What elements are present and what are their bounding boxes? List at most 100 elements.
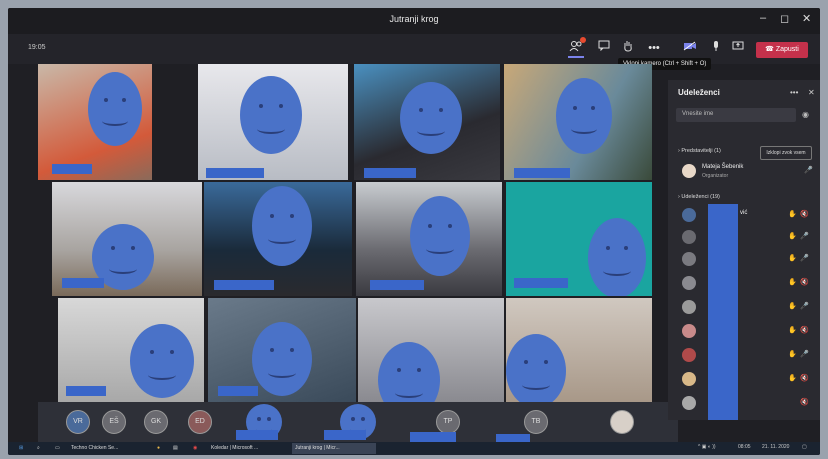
face-redaction — [378, 342, 440, 402]
microphone-icon: 🎤 — [800, 351, 809, 358]
system-tray-icons[interactable]: ^ ▣ ◐ )) — [698, 444, 716, 450]
chrome-icon[interactable]: ● — [154, 443, 163, 454]
participant-avatar[interactable]: EŠ — [102, 410, 126, 434]
window-title: Jutranji krog — [389, 14, 439, 24]
participant-avatar[interactable] — [610, 410, 634, 434]
face-redaction — [400, 82, 462, 154]
mic-muted-icon: 🔇 — [800, 327, 809, 334]
name-redaction — [364, 168, 416, 178]
video-tile[interactable] — [356, 182, 502, 296]
name-redaction — [66, 386, 106, 396]
participant-search-input[interactable]: Vnesite ime — [676, 108, 796, 122]
mute-all-button[interactable]: Izklopi zvok vsem — [760, 146, 812, 160]
participant-avatar[interactable]: VR — [66, 410, 90, 434]
raised-hand-icon: ✋ — [788, 351, 797, 358]
video-tile[interactable] — [354, 64, 500, 180]
panel-more-button[interactable]: ••• — [790, 88, 798, 97]
video-tile[interactable] — [504, 64, 652, 180]
name-redaction — [410, 432, 456, 442]
participant-avatar[interactable]: GK — [144, 410, 168, 434]
file-explorer-icon[interactable]: ▤ — [170, 443, 181, 454]
notifications-icon[interactable]: ▢ — [802, 444, 807, 450]
microphone-icon: 🎤 — [804, 167, 813, 174]
raised-hand-icon: ✋ — [788, 303, 797, 310]
presenters-section-label[interactable]: › Predstavitelji (1) — [678, 148, 721, 154]
close-window-button[interactable]: ✕ — [802, 12, 811, 25]
task-view-icon[interactable]: ▭ — [52, 443, 63, 454]
taskbar-item[interactable]: Techno Chicken Se... — [68, 443, 154, 454]
face-redaction — [506, 334, 566, 402]
participant-avatar[interactable]: TB — [524, 410, 548, 434]
raised-hand-icon: ✋ — [788, 327, 797, 334]
name-redaction — [708, 204, 738, 420]
date: 21. 11. 2020 — [762, 444, 790, 450]
windows-start-icon[interactable]: ⊞ — [16, 443, 26, 454]
face-redaction — [252, 186, 312, 266]
face-redaction — [252, 322, 312, 396]
chat-icon[interactable] — [596, 40, 612, 56]
clock: 08:05 — [738, 444, 751, 450]
avatar — [682, 252, 696, 266]
avatar — [682, 348, 696, 362]
participant-avatar[interactable]: ED — [188, 410, 212, 434]
face-redaction — [240, 76, 302, 154]
search-icon[interactable]: ⌕ — [34, 443, 43, 454]
organizer-name: Mateja Šebenik — [702, 164, 744, 170]
video-tile[interactable] — [204, 182, 352, 296]
participants-icon[interactable] — [568, 37, 586, 58]
view-icon[interactable]: ◉ — [802, 110, 809, 119]
face-redaction — [130, 324, 194, 398]
name-redaction — [496, 434, 530, 442]
video-tile[interactable] — [38, 64, 152, 180]
video-tile[interactable] — [208, 298, 356, 402]
mic-muted-icon: 🔇 — [800, 399, 809, 406]
face-redaction — [88, 72, 142, 146]
mic-muted-icon: 🔇 — [800, 211, 809, 218]
name-redaction — [236, 430, 278, 440]
maximize-button[interactable]: ◻ — [780, 12, 789, 25]
taskbar-item[interactable]: Koledar | Microsoft ... — [208, 443, 292, 454]
video-tile[interactable] — [198, 64, 348, 180]
face-redaction — [588, 218, 646, 296]
name-redaction — [370, 280, 424, 290]
share-screen-icon[interactable] — [730, 40, 746, 56]
attendees-section-label[interactable]: › Udeleženci (19) — [678, 194, 720, 200]
panel-close-button[interactable]: ✕ — [808, 88, 815, 97]
notification-badge — [580, 37, 586, 43]
participant-strip: VR EŠ GK ED TP TB — [38, 402, 678, 442]
phone-hangup-icon: ☎ — [765, 46, 776, 53]
mic-muted-icon: 🔇 — [800, 279, 809, 286]
avatar — [682, 372, 696, 386]
teams-window: Jutranji krog – ◻ ✕ 19:05 ••• ☎ Zapusti — [8, 8, 820, 455]
participants-panel: Udeleženci ••• ✕ Vnesite ime ◉ › Predsta… — [668, 80, 820, 420]
face-redaction — [410, 196, 470, 276]
video-tile[interactable] — [52, 182, 202, 296]
title-bar: Jutranji krog – ◻ ✕ — [8, 8, 820, 34]
minimize-button[interactable]: – — [760, 12, 766, 24]
camera-off-icon[interactable] — [682, 40, 698, 56]
microphone-icon: 🎤 — [800, 303, 809, 310]
video-tile[interactable] — [506, 298, 652, 402]
more-actions-button[interactable]: ••• — [646, 40, 662, 56]
name-redaction — [206, 168, 264, 178]
microphone-icon: 🎤 — [800, 233, 809, 240]
video-tile[interactable] — [506, 182, 652, 296]
video-tile[interactable] — [58, 298, 204, 402]
leave-button[interactable]: ☎ Zapusti — [756, 42, 808, 58]
app-icon[interactable]: ◉ — [190, 443, 200, 454]
avatar — [682, 230, 696, 244]
meeting-timer: 19:05 — [28, 44, 46, 51]
microphone-icon[interactable] — [708, 40, 724, 56]
search-placeholder: Vnesite ime — [682, 111, 714, 117]
taskbar-item-active[interactable]: Jutranji krog | Micr... — [292, 443, 376, 454]
raised-hand-icon: ✋ — [788, 211, 797, 218]
name-redaction — [214, 280, 274, 290]
video-tile[interactable] — [358, 298, 504, 402]
organizer-role: Organizator — [702, 173, 729, 179]
panel-title: Udeleženci — [678, 88, 720, 97]
name-redaction — [218, 386, 258, 396]
participant-avatar[interactable]: TP — [436, 410, 460, 434]
avatar — [682, 208, 696, 222]
avatar — [682, 324, 696, 338]
raise-hand-icon[interactable] — [620, 40, 636, 56]
